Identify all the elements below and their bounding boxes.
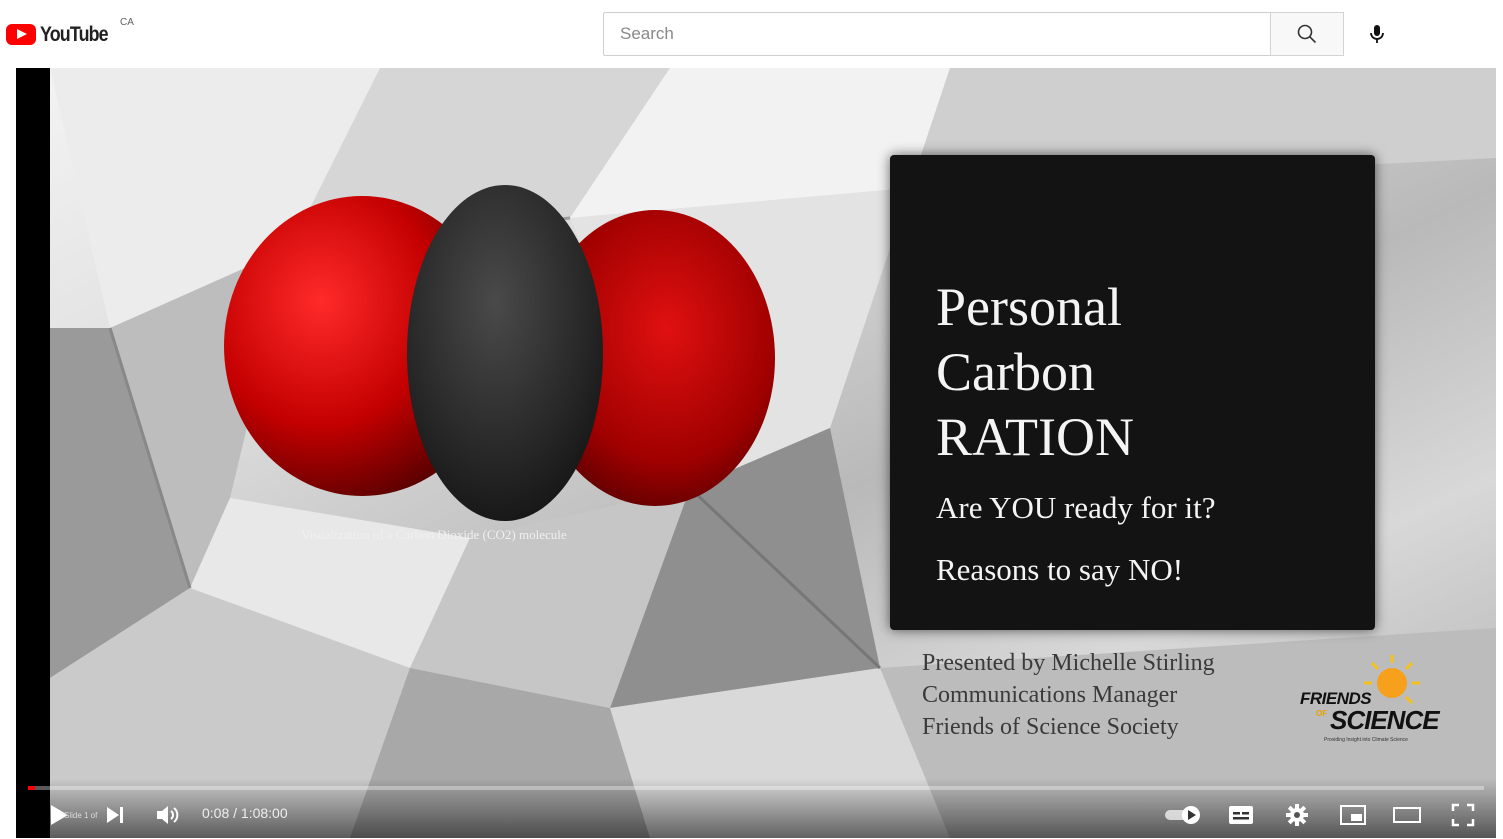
settings-button[interactable] bbox=[1280, 800, 1314, 830]
search-button[interactable] bbox=[1270, 12, 1344, 56]
progress-bar[interactable] bbox=[28, 786, 1484, 790]
search-icon bbox=[1297, 24, 1317, 44]
carbon-atom bbox=[407, 185, 603, 521]
player-controls: Slide 1 of 0:08 / 1:08:00 bbox=[16, 778, 1496, 838]
presenter-line-3: Friends of Science Society bbox=[922, 714, 1179, 740]
masthead: YouTube CA bbox=[0, 0, 1503, 68]
slide-reasons: Reasons to say NO! bbox=[936, 552, 1184, 587]
logo-tagline: Providing Insight into Climate Science bbox=[1324, 737, 1408, 743]
subtitles-button[interactable] bbox=[1224, 800, 1258, 830]
settings-gear-icon bbox=[1286, 804, 1308, 826]
subtitles-icon bbox=[1229, 806, 1253, 824]
friends-of-science-logo: FRIENDS OF SCIENCE Providing Insight int… bbox=[1294, 653, 1444, 748]
title-line-3: RATION bbox=[936, 407, 1134, 467]
search-input[interactable] bbox=[618, 13, 1262, 55]
miniplayer-icon bbox=[1340, 805, 1366, 825]
logo-science-text: SCIENCE bbox=[1330, 705, 1440, 735]
fullscreen-button[interactable] bbox=[1446, 800, 1480, 830]
video-player[interactable]: Visualization of a Carbon Dioxide (CO2) … bbox=[16, 68, 1496, 838]
search-box bbox=[603, 12, 1270, 56]
theater-mode-button[interactable] bbox=[1390, 800, 1424, 830]
presenter-block: Presented by Michelle Stirling Communica… bbox=[922, 647, 1215, 743]
youtube-logo[interactable]: YouTube CA bbox=[6, 17, 134, 48]
title-line-2: Carbon bbox=[936, 342, 1095, 402]
time-display: 0:08 / 1:08:00 bbox=[202, 805, 288, 821]
next-button[interactable] bbox=[100, 800, 130, 830]
microphone-icon bbox=[1370, 25, 1384, 43]
theater-mode-icon bbox=[1393, 807, 1421, 823]
presenter-line-2: Communications Manager bbox=[922, 682, 1178, 708]
slide-question: Are YOU ready for it? bbox=[936, 490, 1216, 525]
title-card: Personal Carbon RATION Are YOU ready for… bbox=[890, 155, 1375, 630]
miniplayer-button[interactable] bbox=[1336, 800, 1370, 830]
video-frame[interactable]: Visualization of a Carbon Dioxide (CO2) … bbox=[50, 68, 1496, 838]
country-code: CA bbox=[120, 17, 134, 28]
chapter-hint: Slide 1 of bbox=[64, 811, 98, 820]
autoplay-toggle-icon bbox=[1165, 806, 1200, 824]
presenter-line-1: Presented by Michelle Stirling bbox=[922, 650, 1215, 676]
title-line-1: Personal bbox=[936, 277, 1122, 337]
autoplay-toggle[interactable] bbox=[1162, 802, 1206, 828]
volume-button[interactable] bbox=[152, 800, 184, 830]
progress-played bbox=[28, 786, 36, 790]
logo-wordmark: YouTube bbox=[40, 23, 109, 46]
fullscreen-icon bbox=[1451, 803, 1475, 827]
molecule-caption: Visualization of a Carbon Dioxide (CO2) … bbox=[301, 527, 567, 542]
logo-of-text: OF bbox=[1316, 709, 1328, 718]
slide-title: Personal Carbon RATION bbox=[936, 275, 1356, 470]
youtube-play-logo-icon bbox=[6, 24, 36, 45]
volume-icon bbox=[157, 806, 179, 824]
next-icon bbox=[107, 807, 123, 823]
voice-search-button[interactable] bbox=[1357, 14, 1397, 54]
